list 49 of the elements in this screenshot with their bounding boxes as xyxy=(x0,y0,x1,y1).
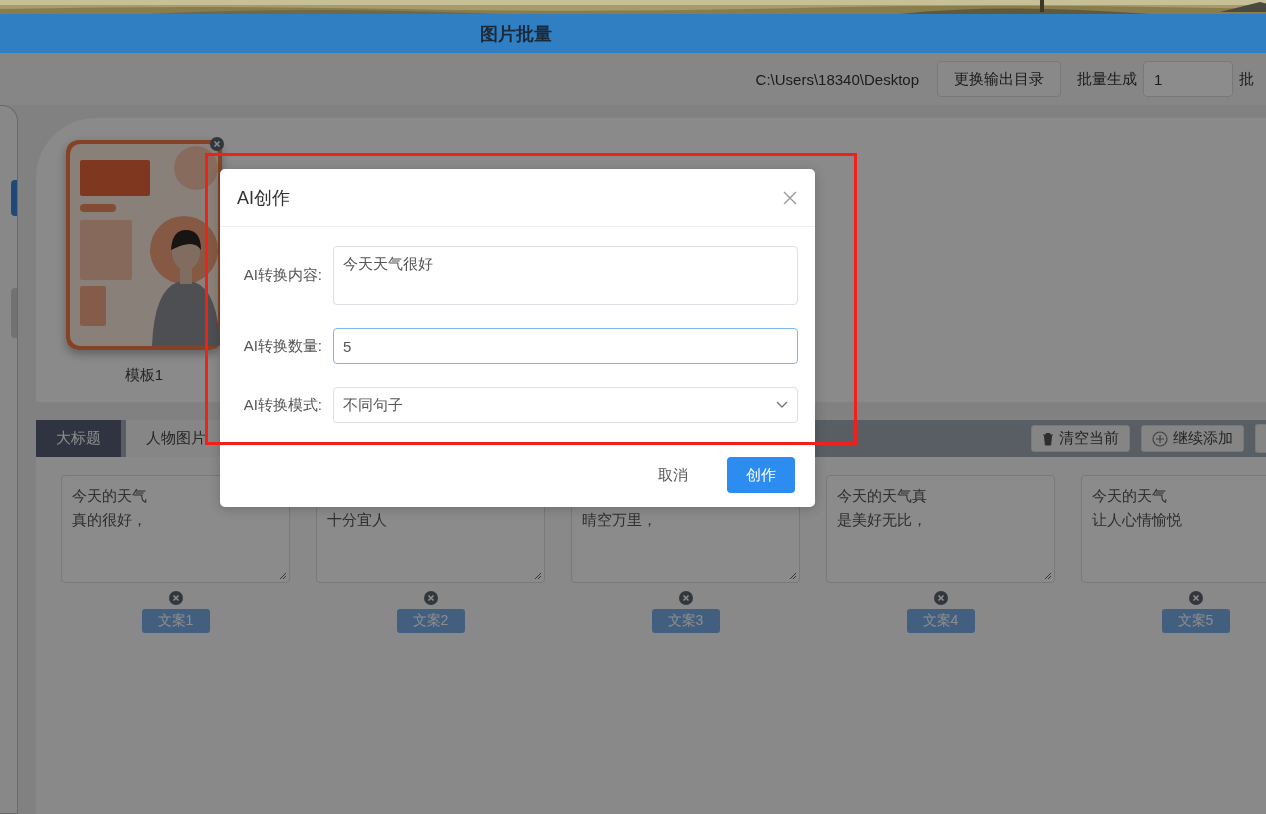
output-path: C:\Users\18340\Desktop xyxy=(755,70,919,88)
close-icon[interactable] xyxy=(678,591,693,605)
trash-icon xyxy=(1042,431,1054,446)
close-icon[interactable] xyxy=(783,190,797,205)
text-line: 今天的天气真 xyxy=(837,486,928,506)
change-directory-button[interactable]: 更换输出目录 xyxy=(937,61,1061,97)
chevron-down-icon xyxy=(776,401,788,409)
text-area-field[interactable]: 今天的天气真 是美好无比， xyxy=(826,475,1055,583)
resize-handle-icon[interactable] xyxy=(787,570,797,580)
batch-label: 批量生成 xyxy=(1077,69,1137,89)
toolbar-button[interactable]: 继续添加 xyxy=(1141,425,1244,452)
text-area-field[interactable]: 今天的天气 真的很好， xyxy=(61,475,290,583)
text-tag: 文案2 xyxy=(396,609,465,633)
text-line: 晴空万里， xyxy=(582,510,658,530)
close-icon[interactable] xyxy=(423,591,438,605)
field-label: AI转换模式: xyxy=(242,395,322,415)
close-icon[interactable] xyxy=(168,591,183,605)
toolbar-button[interactable]: 清空当前 xyxy=(1031,425,1130,452)
text-line: 今天的天气 xyxy=(1092,486,1168,506)
close-icon[interactable] xyxy=(210,137,224,151)
close-icon[interactable] xyxy=(933,591,948,605)
close-icon[interactable] xyxy=(1188,591,1203,605)
batch-count-field[interactable]: 1 xyxy=(1143,61,1233,97)
field-label: AI转换数量: xyxy=(242,336,322,356)
mode-dropdown[interactable]: 不同句子 xyxy=(333,387,798,423)
text-line: 十分宜人 xyxy=(327,510,388,530)
plus-icon xyxy=(1152,430,1168,447)
create-button[interactable]: 创作 xyxy=(727,457,795,493)
text-tag: 文案1 xyxy=(141,609,210,633)
text-area-field[interactable]: 今天的天气 让人心情愉悦 xyxy=(1081,475,1266,583)
text-line: 真的很好， xyxy=(72,510,148,530)
content-field[interactable]: 今天天气很好 xyxy=(333,246,798,305)
sidebar-item[interactable] xyxy=(11,180,17,216)
tab[interactable]: 大标题 xyxy=(36,420,121,457)
text-tag: 文案5 xyxy=(1161,609,1230,633)
text-line: 让人心情愉悦 xyxy=(1092,510,1183,530)
batch-unit: 批 xyxy=(1239,69,1254,89)
text-tag: 文案4 xyxy=(906,609,975,633)
text-tag: 文案3 xyxy=(651,609,720,633)
template-label: 模板1 xyxy=(124,366,164,385)
field-label: AI转换内容: xyxy=(242,266,322,285)
resize-handle-icon[interactable] xyxy=(1042,570,1052,580)
dialog-title: AI创作 xyxy=(237,186,290,210)
text-line: 是美好无比， xyxy=(837,510,928,530)
count-field[interactable]: 5 xyxy=(333,328,798,364)
resize-handle-icon[interactable] xyxy=(532,570,542,580)
text-line: 今天的天气 xyxy=(72,486,148,506)
window-title: 图片批量 xyxy=(480,22,552,46)
resize-handle-icon[interactable] xyxy=(277,570,287,580)
